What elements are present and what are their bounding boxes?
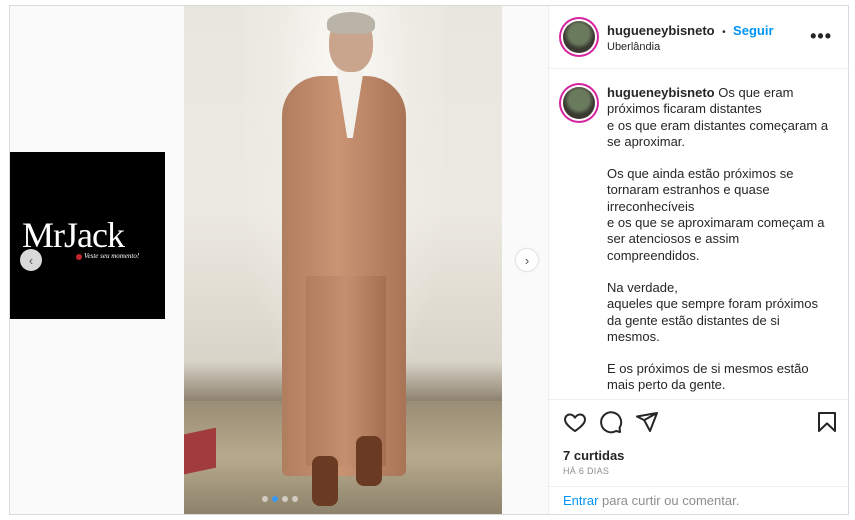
carousel-next-button[interactable]: › (516, 249, 538, 271)
logo-dot (76, 254, 82, 260)
hair (327, 12, 375, 34)
add-comment-text: Entrar para curtir ou comentar. (563, 493, 739, 508)
rug (184, 427, 216, 475)
carousel-dot (292, 496, 298, 502)
carousel-prev-button[interactable]: ‹ (20, 249, 42, 271)
share-icon[interactable] (635, 410, 659, 434)
separator-dot: • (722, 27, 726, 38)
instagram-post: MrJack Veste seu momento! ‹ › hugueneybi… (9, 5, 850, 515)
avatar[interactable] (563, 21, 595, 53)
comments-area: hugueneybisneto Os que eram próximos fic… (549, 69, 850, 399)
carousel-dot (262, 496, 268, 502)
header-user-line: hugueneybisneto • Seguir (607, 22, 774, 40)
bookmark-icon[interactable] (815, 410, 839, 434)
likes-count[interactable]: 7 curtidas (563, 448, 624, 463)
follow-button[interactable]: Seguir (733, 23, 773, 38)
carousel-dot-active (272, 496, 278, 502)
post-sidebar: hugueneybisneto • Seguir Uberlândia ••• … (548, 6, 850, 514)
carousel-dot (282, 496, 288, 502)
add-comment-bar: Entrar para curtir ou comentar. (549, 486, 850, 516)
caption-paragraph: Os que ainda estão próximos se tornaram … (607, 166, 825, 263)
caption-paragraph: Na verdade, aqueles que sempre foram pró… (607, 279, 818, 344)
left-shoe (312, 456, 338, 506)
caption-username[interactable]: hugueneybisneto (607, 85, 715, 100)
username-link[interactable]: hugueneybisneto (607, 23, 715, 38)
post-timestamp[interactable]: HÁ 6 DIAS (563, 466, 609, 476)
login-link[interactable]: Entrar (563, 493, 598, 508)
carousel-indicator (262, 496, 298, 502)
comment-icon[interactable] (599, 410, 623, 434)
previous-slide-thumbnail: MrJack Veste seu momento! (10, 152, 165, 319)
post-caption: hugueneybisneto Os que eram próximos fic… (607, 85, 832, 399)
location-link[interactable]: Uberlândia (607, 41, 660, 53)
heart-icon[interactable] (563, 410, 587, 434)
more-options-icon[interactable]: ••• (810, 26, 832, 47)
add-comment-rest: para curtir ou comentar. (598, 493, 740, 508)
chevron-right-icon: › (524, 252, 530, 268)
chevron-left-icon: ‹ (28, 252, 34, 268)
post-media-carousel[interactable]: MrJack Veste seu momento! ‹ › (10, 6, 548, 514)
logo-tagline: Veste seu momento! (84, 252, 140, 260)
right-shoe (356, 436, 382, 486)
caption-paragraph: E os próximos de si mesmos estão mais pe… (607, 361, 809, 393)
post-photo (184, 6, 502, 514)
caption-avatar[interactable] (563, 87, 595, 119)
post-header: hugueneybisneto • Seguir Uberlândia ••• (549, 6, 850, 69)
mrjack-logo: MrJack (22, 215, 125, 255)
post-actions: 7 curtidas HÁ 6 DIAS Entrar para curtir … (549, 399, 850, 515)
